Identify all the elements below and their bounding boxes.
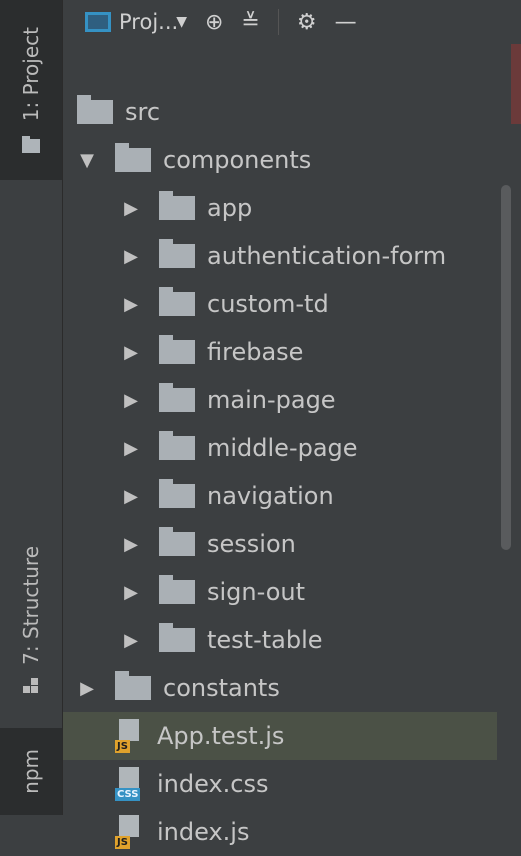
file-type-badge: JS [115,836,130,849]
file-type-badge: CSS [115,788,141,801]
toolbar-divider [277,9,279,35]
collapse-icon[interactable]: ≚ [241,10,259,35]
folder-icon [77,95,113,124]
tree-folder-row[interactable]: ▼ components [63,136,497,184]
folder-icon [159,383,195,412]
locate-icon[interactable]: ⊕ [205,10,223,35]
collapsed-arrow-icon[interactable]: ▶ [121,438,141,459]
tree-folder-row[interactable]: ▶ constants [63,664,497,712]
tree-item-label: session [207,530,296,558]
npm-tool-tab[interactable]: npm [0,728,62,815]
npm-tab-label: npm [19,749,43,794]
collapsed-arrow-icon[interactable]: ▶ [121,390,141,411]
vertical-scrollbar[interactable] [501,185,511,550]
tree-folder-row[interactable]: ▶ authentication-form [63,232,497,280]
tree-folder-row[interactable]: ▶ custom-td [63,280,497,328]
collapsed-arrow-icon[interactable]: ▶ [121,294,141,315]
tree-item-label: firebase [207,338,304,366]
tree-item-label: navigation [207,482,334,510]
scroll-marker [511,44,521,124]
tree-item-label: authentication-form [207,242,447,270]
collapsed-arrow-icon[interactable]: ▶ [77,678,97,699]
tree-file-row[interactable]: JS index.js [63,808,497,856]
tree-folder-row[interactable]: ▶ navigation [63,472,497,520]
folder-icon [159,191,195,220]
structure-tool-tab[interactable]: 7: Structure [0,520,62,720]
tree-folder-row[interactable]: ▶ main-page [63,376,497,424]
tree-item-label: middle-page [207,434,358,462]
tree-item-label: index.js [157,818,250,846]
tree-item-label: sign-out [207,578,306,606]
collapsed-arrow-icon[interactable]: ▶ [121,486,141,507]
view-selector[interactable]: Proj... [119,10,178,34]
folder-icon [159,479,195,508]
tree-item-label: App.test.js [157,722,285,750]
structure-tab-label: 7: Structure [19,545,43,665]
tree-folder-row[interactable]: src [63,88,497,136]
tree-file-row[interactable]: CSS index.css [63,760,497,808]
tree-item-label: components [163,146,312,174]
tree-folder-row[interactable]: ▶ firebase [63,328,497,376]
tree-item-label: index.css [157,770,269,798]
folder-icon [159,287,195,316]
collapsed-arrow-icon[interactable]: ▶ [121,198,141,219]
chevron-down-icon[interactable]: ▼ [176,14,187,30]
minimize-icon[interactable]: — [335,10,357,35]
folder-icon [159,431,195,460]
tree-folder-row[interactable]: ▶ test-table [63,616,497,664]
folder-icon [115,143,151,172]
expanded-arrow-icon[interactable]: ▼ [77,150,97,171]
tree-folder-row[interactable]: ▶ sign-out [63,568,497,616]
js-file-icon: JS [115,719,145,753]
folder-icon [159,335,195,364]
folder-icon [22,136,40,154]
tree-item-label: constants [163,674,280,702]
file-type-badge: JS [115,740,130,753]
js-file-icon: JS [115,815,145,849]
tree-item-label: app [207,194,253,222]
tree-folder-row[interactable]: ▶ app [63,184,497,232]
tree-folder-row[interactable]: ▶ middle-page [63,424,497,472]
folder-icon [159,527,195,556]
folder-icon [115,671,151,700]
tree-item-label: test-table [207,626,323,654]
collapsed-arrow-icon[interactable]: ▶ [121,582,141,603]
css-file-icon: CSS [115,767,145,801]
tree-item-label: src [125,98,161,126]
project-tab-label: 1: Project [19,26,43,122]
folder-icon [159,575,195,604]
collapsed-arrow-icon[interactable]: ▶ [121,342,141,363]
collapsed-arrow-icon[interactable]: ▶ [121,630,141,651]
tree-item-label: custom-td [207,290,329,318]
project-toolbar: Proj... ▼ ⊕ ≚ ⚙ — [63,0,521,44]
project-tool-tab[interactable]: 1: Project [0,0,62,180]
folder-icon [159,623,195,652]
tree-folder-row[interactable]: ▶ session [63,520,497,568]
tree-file-row[interactable]: JS App.test.js [63,712,497,760]
collapsed-arrow-icon[interactable]: ▶ [121,246,141,267]
project-panel: Proj... ▼ ⊕ ≚ ⚙ — src ▼ components ▶ app ▶ aut… [63,0,521,849]
tool-window-strip: 1: Project 7: Structure npm [0,0,63,815]
folder-icon [159,239,195,268]
tree-item-label: main-page [207,386,336,414]
gear-icon[interactable]: ⚙ [297,10,317,35]
project-view-icon [85,12,111,32]
collapsed-arrow-icon[interactable]: ▶ [121,534,141,555]
structure-icon [23,678,39,694]
